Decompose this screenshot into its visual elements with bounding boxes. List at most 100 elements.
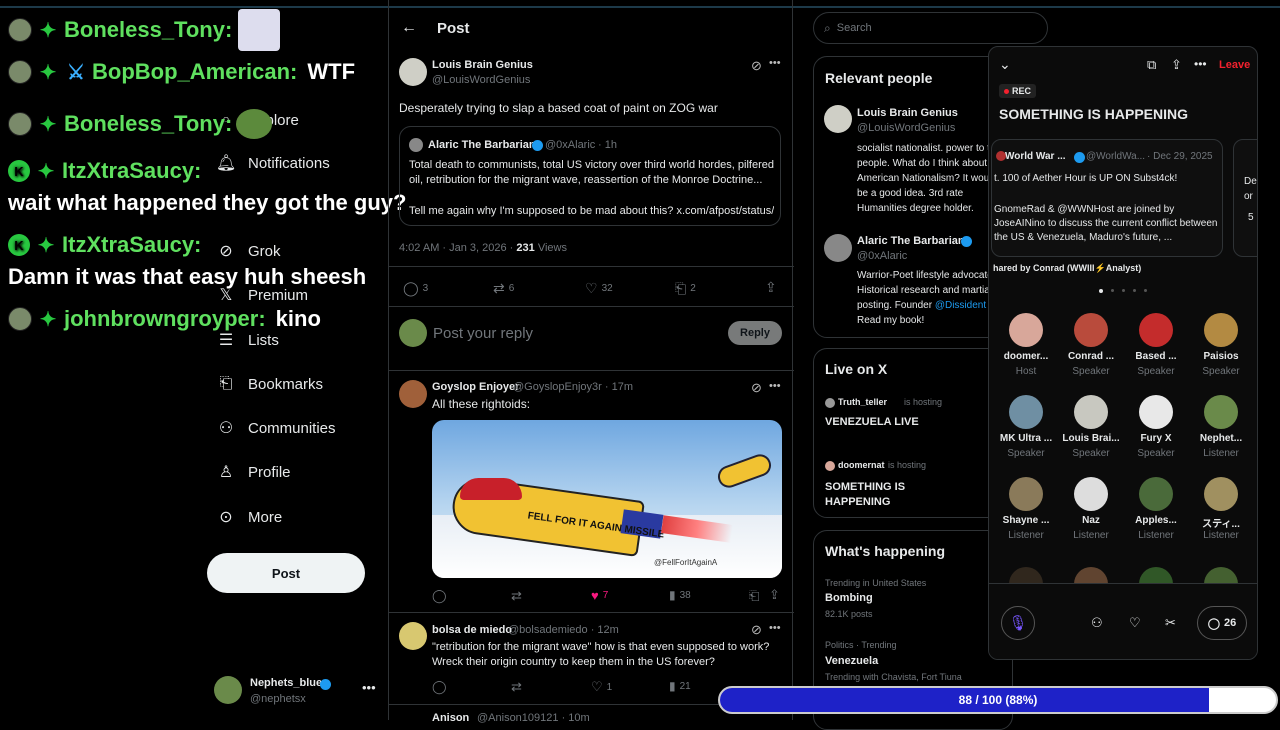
carousel-dot[interactable]: [1144, 289, 1147, 292]
author-handle[interactable]: @GoyslopEnjoy3r · 17m: [513, 381, 633, 393]
author-name[interactable]: Anison: [432, 712, 469, 724]
reply-button[interactable]: ◯: [432, 588, 447, 604]
trend-topic[interactable]: Venezuela: [825, 655, 878, 667]
participant-avatar[interactable]: [1009, 313, 1043, 347]
views-button[interactable]: ▮ 38: [669, 588, 691, 602]
more-dots-icon[interactable]: •••: [769, 57, 781, 69]
person-handle[interactable]: @LouisWordGenius: [857, 122, 955, 134]
participant-name[interactable]: Nephet...: [1186, 433, 1256, 444]
participant-avatar[interactable]: [1074, 313, 1108, 347]
host-name[interactable]: Truth_teller: [838, 397, 887, 407]
grok-icon[interactable]: ⊘: [751, 622, 762, 638]
repost-button[interactable]: ⇄: [511, 679, 522, 695]
author-name[interactable]: bolsa de miedo: [432, 624, 512, 636]
author-handle[interactable]: @LouisWordGenius: [432, 74, 530, 86]
nav-grok[interactable]: ⊘ Grok: [216, 239, 280, 263]
views-button[interactable]: ▮ 21: [669, 679, 691, 693]
participant-name[interactable]: Paisios: [1186, 351, 1256, 362]
participant-avatar[interactable]: [1139, 395, 1173, 429]
avatar[interactable]: [399, 622, 427, 650]
reply-button[interactable]: ◯: [432, 679, 447, 695]
pinned-post-card[interactable]: World War ... @WorldWa... · Dec 29, 2025…: [991, 139, 1223, 257]
live-title[interactable]: VENEZUELA LIVE: [825, 416, 919, 428]
author-handle[interactable]: @Anison109121 · 10m: [477, 712, 590, 724]
repost-button[interactable]: ⇄ 6: [493, 280, 514, 297]
carousel-dot[interactable]: [1111, 289, 1114, 292]
bio-link[interactable]: @Dissident: [935, 300, 986, 311]
minimize-icon[interactable]: ⧉: [1147, 57, 1156, 73]
carousel-dot[interactable]: [1099, 289, 1103, 293]
avatar[interactable]: [399, 380, 427, 408]
people-icon[interactable]: ⚇: [1091, 615, 1103, 631]
author-name[interactable]: Goyslop Enjoyer: [432, 381, 519, 393]
comments-button[interactable]: ◯ 26: [1197, 606, 1247, 640]
next-post-card[interactable]: De or 5: [1233, 139, 1257, 257]
author-name[interactable]: Louis Brain Genius: [432, 59, 533, 71]
quoted-post[interactable]: Alaric The Barbarian @0xAlaric · 1h Tota…: [399, 126, 781, 226]
live-title[interactable]: SOMETHING IS HAPPENING: [825, 480, 925, 510]
like-button[interactable]: ♡ 32: [585, 280, 613, 297]
nav-profile[interactable]: ♙ Profile: [216, 460, 291, 484]
participant-avatar[interactable]: [1139, 313, 1173, 347]
participant-avatar[interactable]: [1204, 477, 1238, 511]
share-button[interactable]: ⇪: [769, 587, 780, 603]
participant-avatar[interactable]: [1074, 395, 1108, 429]
chevron-down-icon[interactable]: ⌄: [999, 56, 1011, 73]
person-name[interactable]: Louis Brain Genius: [857, 107, 958, 119]
bookmark-button[interactable]: ⎗ 2: [675, 280, 696, 297]
participant-avatar[interactable]: [1204, 313, 1238, 347]
trend-topic[interactable]: Bombing: [825, 592, 873, 604]
grok-icon[interactable]: ⊘: [751, 380, 762, 396]
more-dots-icon[interactable]: •••: [1194, 57, 1207, 71]
clip-icon[interactable]: ✂: [1165, 615, 1176, 631]
nav-bookmarks[interactable]: ⎗ Bookmarks: [216, 372, 323, 396]
more-dots-icon[interactable]: •••: [769, 622, 781, 634]
participant-name[interactable]: Shayne ...: [991, 515, 1061, 526]
participant-name[interactable]: doomer...: [991, 351, 1061, 362]
participant-avatar[interactable]: [1204, 395, 1238, 429]
participant-name[interactable]: Naz: [1056, 515, 1126, 526]
post-button[interactable]: Post: [207, 553, 365, 593]
participant-name[interactable]: スティ...: [1186, 515, 1256, 530]
leave-button[interactable]: Leave: [1219, 59, 1250, 71]
repost-button[interactable]: ⇄: [511, 588, 522, 604]
person-handle[interactable]: @0xAlaric: [857, 250, 907, 262]
like-button[interactable]: ♡ 1: [591, 679, 612, 695]
participant-avatar[interactable]: [1009, 477, 1043, 511]
avatar[interactable]: [824, 234, 852, 262]
share-icon[interactable]: ⇪: [1171, 57, 1182, 73]
grok-icon[interactable]: ⊘: [751, 58, 762, 74]
microphone-icon[interactable]: 🎙︎: [1001, 606, 1035, 640]
carousel-dot[interactable]: [1133, 289, 1136, 292]
participant-name[interactable]: Apples...: [1121, 515, 1191, 526]
post-image[interactable]: FELL FOR IT AGAIN MISSILE @FellForItAgai…: [432, 420, 782, 578]
participant-name[interactable]: Fury X: [1121, 433, 1191, 444]
reaction-icon[interactable]: ♡: [1129, 615, 1141, 631]
avatar[interactable]: [399, 58, 427, 86]
person-name[interactable]: Alaric The Barbarian: [857, 235, 965, 247]
participant-name[interactable]: Based ...: [1121, 351, 1191, 362]
share-button[interactable]: ⇪: [765, 279, 777, 296]
participant-avatar[interactable]: [1074, 477, 1108, 511]
more-dots-icon[interactable]: •••: [769, 380, 781, 392]
reply-input[interactable]: Post your reply: [433, 325, 533, 342]
participant-name[interactable]: Conrad ...: [1056, 351, 1126, 362]
nav-more[interactable]: ⊙ More: [216, 505, 282, 529]
nav-notifications[interactable]: 🔔︎ Notifications: [216, 151, 330, 175]
participant-name[interactable]: MK Ultra ...: [991, 433, 1061, 444]
nav-communities[interactable]: ⚇ Communities: [216, 416, 336, 440]
author-handle[interactable]: @bolsademiedo · 12m: [508, 624, 619, 636]
participant-name[interactable]: Louis Brai...: [1056, 433, 1126, 444]
like-button[interactable]: ♥ 7: [591, 588, 608, 603]
host-name[interactable]: doomernat: [838, 460, 885, 470]
account-switcher[interactable]: Nephets_blue @nephetsx •••: [214, 676, 384, 708]
search-input[interactable]: Search: [837, 22, 872, 34]
participant-avatar[interactable]: [1139, 477, 1173, 511]
back-arrow-icon[interactable]: ←: [401, 19, 417, 37]
reply-submit-button[interactable]: Reply: [728, 321, 782, 345]
search-bar[interactable]: ⌕ Search: [813, 12, 1048, 44]
avatar[interactable]: [824, 105, 852, 133]
participant-avatar[interactable]: [1009, 395, 1043, 429]
reply-button[interactable]: ◯ 3: [403, 280, 428, 297]
carousel-dot[interactable]: [1122, 289, 1125, 292]
